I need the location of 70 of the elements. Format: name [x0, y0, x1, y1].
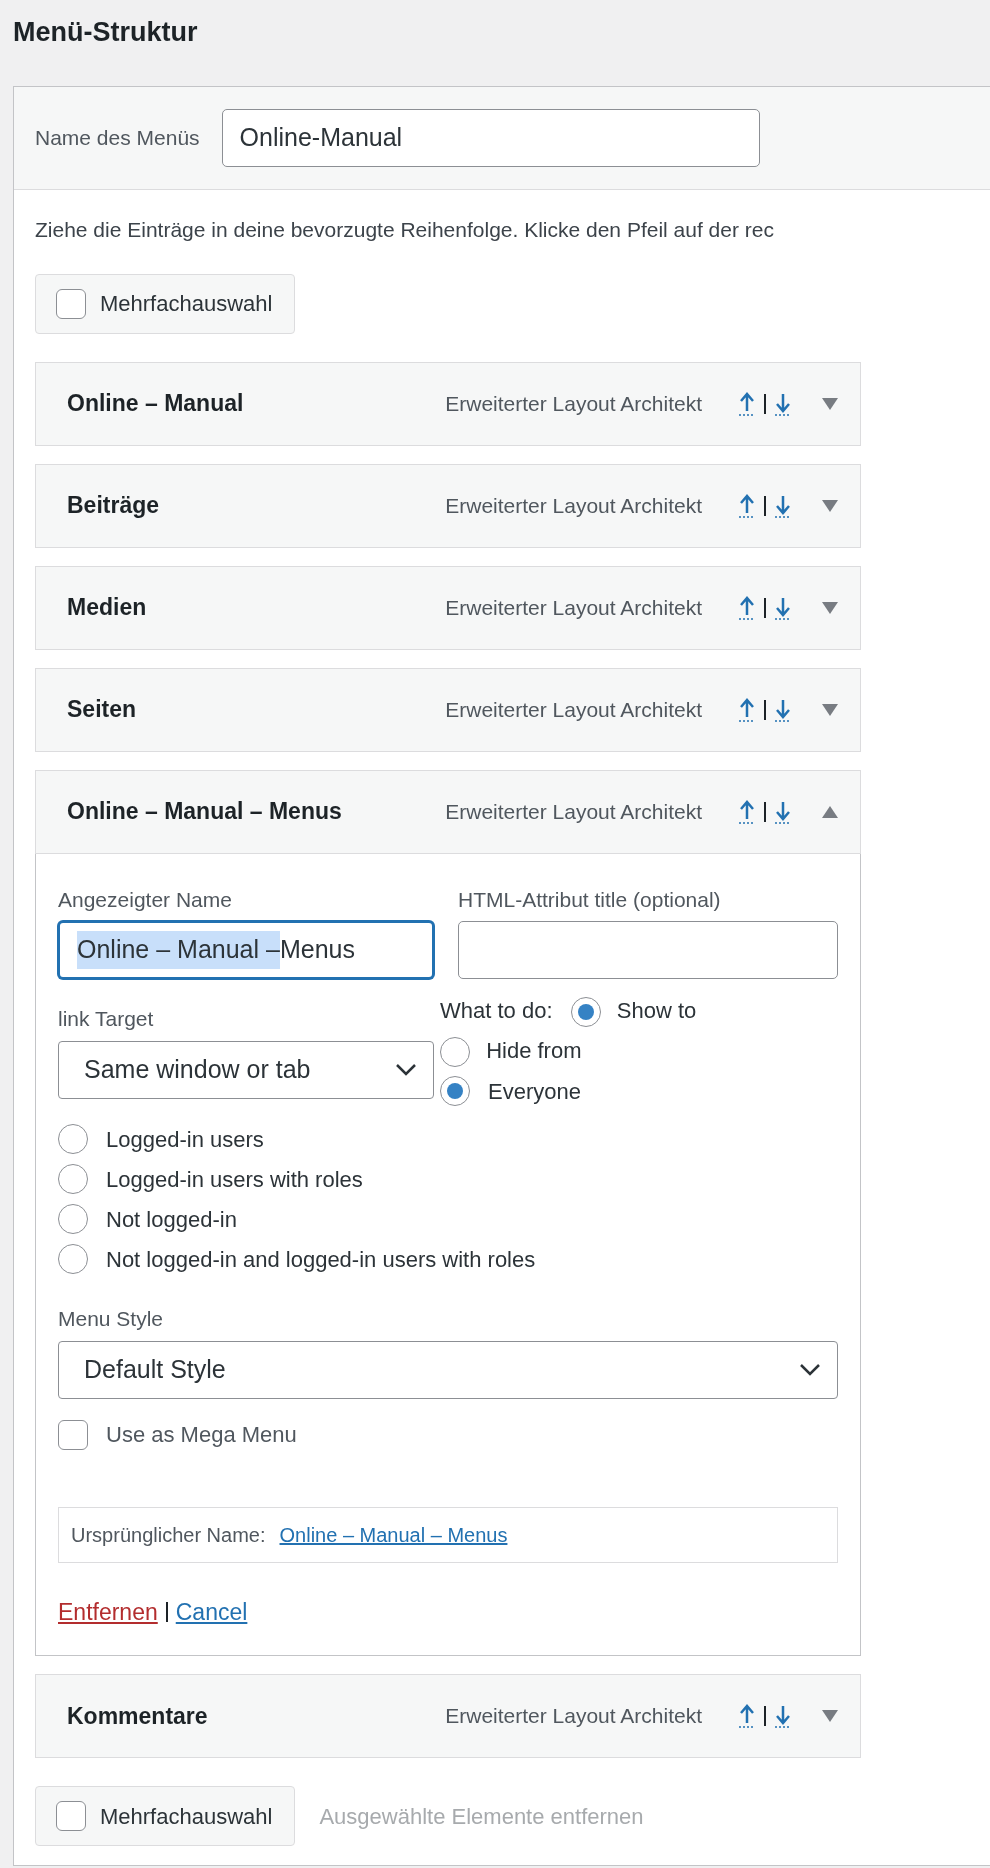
expand-triangle-icon[interactable]	[822, 1710, 838, 1722]
expand-triangle-icon[interactable]	[822, 397, 838, 410]
item-type-label: Erweiterter Layout Architekt	[445, 798, 702, 825]
item-type-label: Erweiterter Layout Architekt	[445, 594, 702, 621]
move-up-icon[interactable]	[738, 798, 756, 825]
checkbox[interactable]	[56, 1801, 86, 1831]
item-type-label: Erweiterter Layout Architekt	[445, 492, 702, 519]
move-up-icon[interactable]	[738, 1703, 756, 1729]
field-label: Name des Menüs	[35, 125, 200, 152]
expand-triangle-icon[interactable]	[822, 703, 838, 716]
option-label: Hide from	[486, 1037, 582, 1065]
menu-item-bar[interactable]: Online – Manual – Menus Erweiterter Layout Architekt	[35, 769, 861, 854]
menu-item-title: Kommentare	[67, 1701, 209, 1731]
radio-button[interactable]	[570, 997, 601, 1028]
checkbox[interactable]	[58, 1419, 88, 1450]
item-type-label: Erweiterter Layout Architekt	[445, 696, 702, 723]
option-label: Logged-in users with roles	[106, 1165, 363, 1194]
field-label: Angezeigter Name	[58, 886, 233, 913]
option-label: Everyone	[488, 1077, 581, 1106]
item-type-label: Erweiterter Layout Architekt	[445, 390, 702, 417]
menu-item-bar[interactable]: Medien Erweiterter Layout Architekt	[35, 565, 861, 650]
option-label: Not logged-in and logged-in users with roles	[106, 1245, 536, 1274]
input-field[interactable]	[458, 921, 838, 979]
chevron-down-icon	[395, 1062, 417, 1077]
field-label: link Target	[58, 1006, 155, 1032]
option-label: Show to	[616, 997, 697, 1025]
move-down-icon[interactable]	[774, 1703, 792, 1729]
radio-button[interactable]	[440, 1076, 470, 1106]
move-up-icon[interactable]	[738, 390, 756, 417]
radio-button[interactable]	[58, 1124, 88, 1154]
bulk-select-button[interactable]: Mehrfachauswahl	[35, 1786, 296, 1846]
original-name-link[interactable]: Online – Manual – Menus	[279, 1519, 508, 1550]
radio-button[interactable]	[58, 1204, 88, 1234]
field-label: Menu Style	[58, 1306, 165, 1332]
select-field[interactable]: Default Style	[58, 1340, 838, 1399]
menu-item-title: Beiträge	[67, 491, 161, 521]
collapse-triangle-icon[interactable]	[822, 805, 838, 818]
bulk-select-button[interactable]: Mehrfachauswahl	[35, 273, 296, 334]
radio-button[interactable]	[58, 1244, 88, 1274]
checkbox[interactable]	[56, 288, 86, 319]
menu-item-title: Medien	[67, 593, 148, 623]
field-label: HTML-Attribut title (optional)	[458, 886, 722, 913]
menu-item-bar[interactable]: Seiten Erweiterter Layout Architekt	[35, 667, 861, 752]
page-title: Menü-Struktur	[12, 16, 199, 49]
input-field[interactable]: Online – Manual –Menus	[58, 921, 434, 979]
instruction-text: Ziehe die Einträge in deine bevorzugte Reihenfolge. Klicke den Pfeil auf der rec	[35, 217, 775, 243]
radio-button[interactable]	[440, 1037, 470, 1068]
original-name-label: Ursprünglicher Name:	[71, 1522, 266, 1548]
option-label: Not logged-in	[106, 1205, 237, 1234]
radio-button[interactable]	[58, 1164, 88, 1194]
move-up-icon[interactable]	[738, 492, 756, 519]
expand-triangle-icon[interactable]	[822, 601, 838, 614]
menu-item-bar[interactable]: Beiträge Erweiterter Layout Architekt	[35, 463, 861, 548]
menu-item-bar[interactable]: Kommentare Erweiterter Layout Architekt	[35, 1674, 861, 1758]
move-up-icon[interactable]	[738, 696, 756, 723]
option-label: Use as Mega Menu	[106, 1421, 297, 1449]
menu-item-title: Online – Manual – Menus	[67, 797, 343, 827]
menu-item-bar[interactable]: Online – Manual Erweiterter Layout Architekt	[35, 361, 861, 446]
cancel-link[interactable]: Cancel	[175, 1594, 248, 1629]
input-field[interactable]: Online-Manual	[221, 109, 760, 167]
menu-item-title: Seiten	[67, 695, 138, 725]
expand-triangle-icon[interactable]	[822, 499, 838, 512]
move-up-icon[interactable]	[738, 594, 756, 621]
remove-link[interactable]: Entfernen	[58, 1594, 158, 1629]
chevron-down-icon	[799, 1362, 821, 1377]
menu-item-title: Online – Manual	[67, 389, 245, 419]
item-type-label: Erweiterter Layout Architekt	[445, 1703, 702, 1730]
option-label: What to do:	[440, 998, 553, 1023]
option-label: Logged-in users	[106, 1125, 264, 1154]
select-field[interactable]: Same window or tab	[58, 1040, 434, 1099]
